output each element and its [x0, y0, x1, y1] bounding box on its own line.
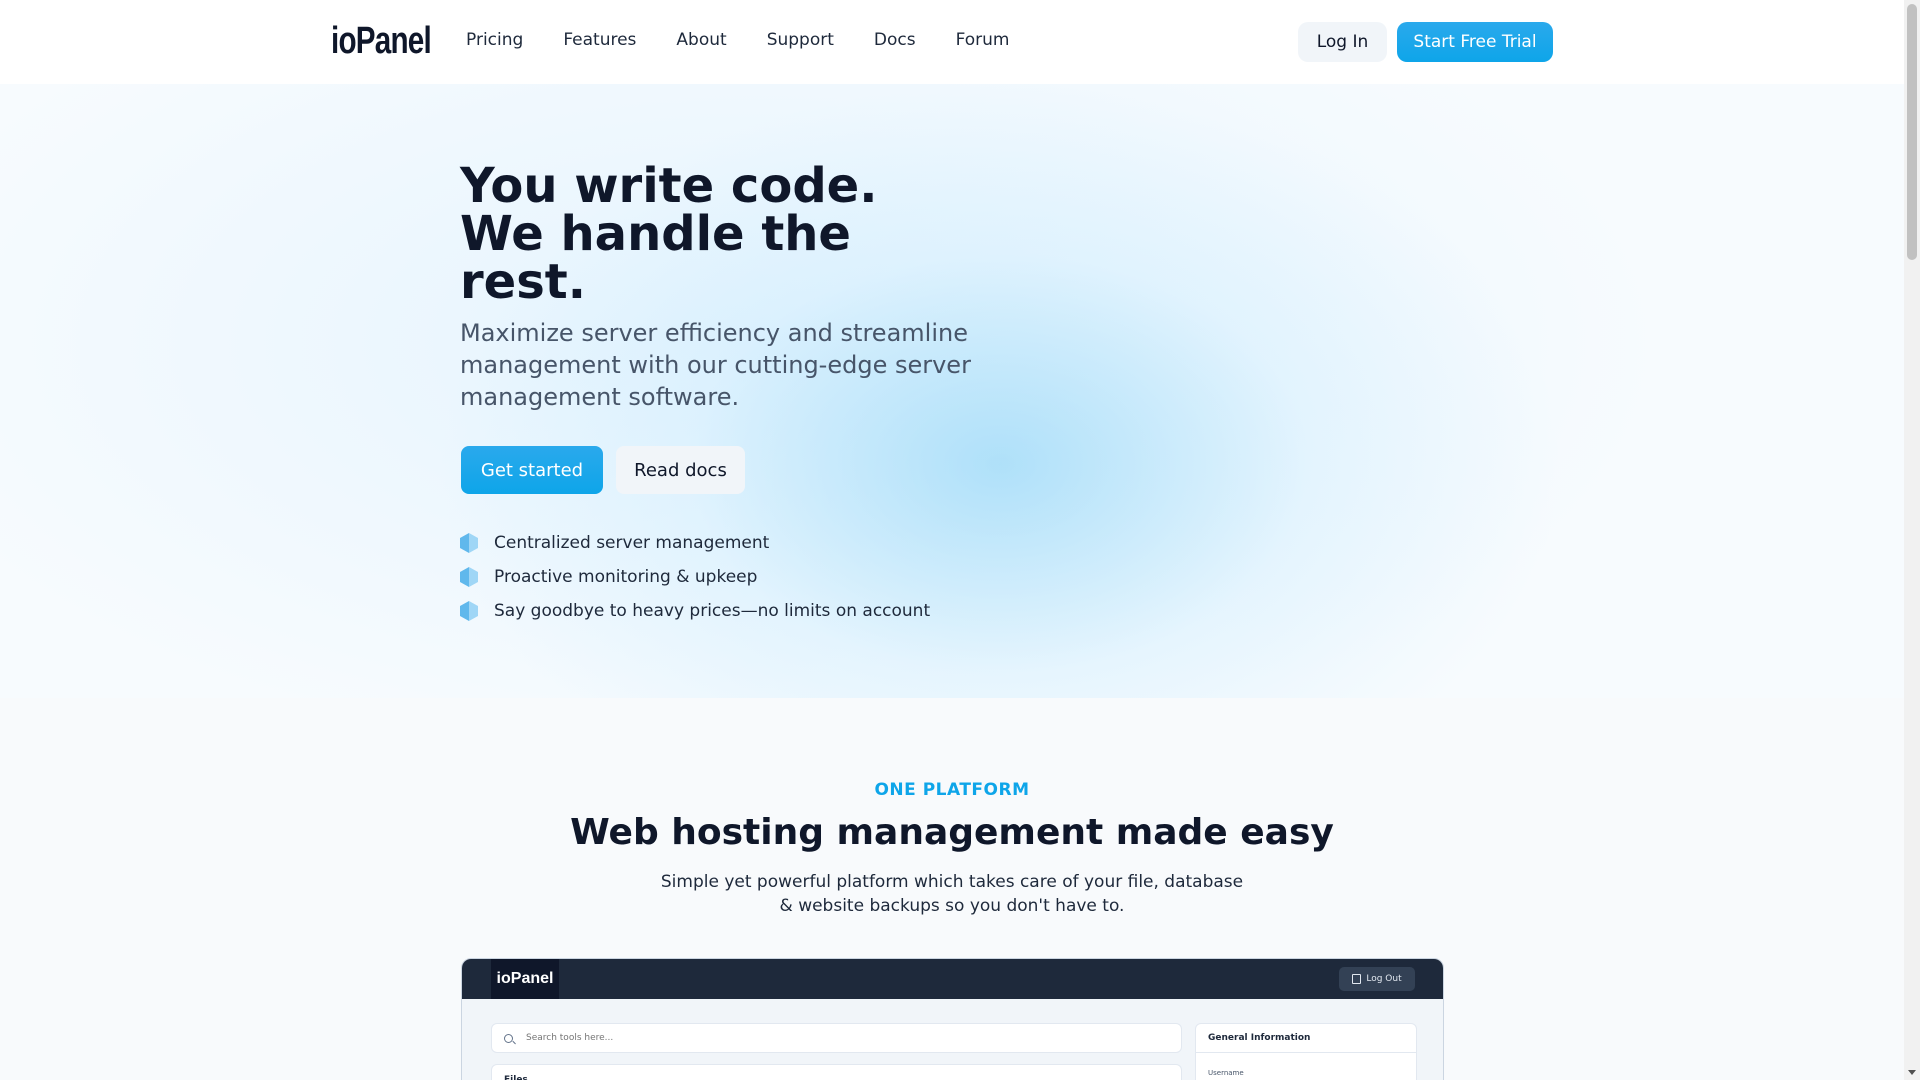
platform-section: ONE PLATFORM Web hosting management made…	[0, 698, 1904, 1080]
hero-section: You write code. We handle the rest. Maxi…	[0, 84, 1904, 698]
cube-icon	[460, 567, 478, 587]
preview-files-card: Files	[491, 1064, 1182, 1080]
scrollbar-thumb[interactable]	[1907, 4, 1917, 260]
section-subtitle: Simple yet powerful platform which takes…	[660, 872, 1244, 916]
main-nav: Pricing Features About Support Docs Foru…	[466, 30, 1050, 50]
nav-forum[interactable]: Forum	[956, 30, 1010, 50]
get-started-button[interactable]: Get started	[461, 446, 603, 494]
hero-title-line: We handle the	[460, 206, 851, 262]
app-preview: ioPanel Log Out Files General Informatio…	[461, 958, 1444, 1080]
cube-icon	[460, 601, 478, 621]
list-item: Say goodbye to heavy prices—no limits on…	[460, 594, 930, 628]
nav-pricing[interactable]: Pricing	[466, 30, 523, 50]
site-header: ioPanel Pricing Features About Support D…	[0, 0, 1904, 84]
feature-text: Say goodbye to heavy prices—no limits on…	[494, 601, 931, 621]
preview-search-input	[526, 1033, 1126, 1043]
nav-support[interactable]: Support	[767, 30, 834, 50]
preview-info-card: General Information Username	[1195, 1023, 1417, 1080]
nav-docs[interactable]: Docs	[874, 30, 916, 50]
preview-info-label: Username	[1208, 1069, 1244, 1077]
nav-features[interactable]: Features	[563, 30, 636, 50]
preview-logout-button: Log Out	[1339, 967, 1415, 991]
page-scrollbar[interactable]	[1904, 0, 1920, 1080]
search-icon	[504, 1033, 513, 1043]
list-item: Proactive monitoring & upkeep	[460, 560, 930, 594]
logo[interactable]: ioPanel	[331, 20, 432, 63]
read-docs-button[interactable]: Read docs	[616, 446, 745, 494]
list-item: Centralized server management	[460, 526, 930, 560]
preview-search	[491, 1023, 1182, 1053]
start-free-trial-button[interactable]: Start Free Trial	[1397, 22, 1553, 62]
preview-logout-label: Log Out	[1366, 974, 1402, 984]
hero-title-line: You write code.	[460, 158, 878, 214]
preview-info-title: General Information	[1196, 1024, 1416, 1053]
nav-about[interactable]: About	[676, 30, 726, 50]
feature-text: Centralized server management	[494, 533, 770, 553]
feature-text: Proactive monitoring & upkeep	[494, 567, 758, 587]
hero-subtitle: Maximize server efficiency and streamlin…	[460, 319, 971, 411]
logout-icon	[1352, 974, 1362, 984]
section-title: Web hosting management made easy	[570, 812, 1334, 853]
scroll-down-arrow-icon[interactable]	[1908, 1070, 1916, 1075]
cube-icon	[460, 533, 478, 553]
preview-logo: ioPanel	[491, 959, 559, 999]
preview-topbar: ioPanel Log Out	[462, 959, 1443, 999]
feature-list: Centralized server management Proactive …	[460, 526, 930, 628]
section-eyebrow: ONE PLATFORM	[874, 780, 1030, 800]
login-button[interactable]: Log In	[1298, 22, 1387, 62]
hero-title: You write code. We handle the rest.	[460, 162, 980, 306]
hero-title-line: rest.	[460, 254, 586, 310]
